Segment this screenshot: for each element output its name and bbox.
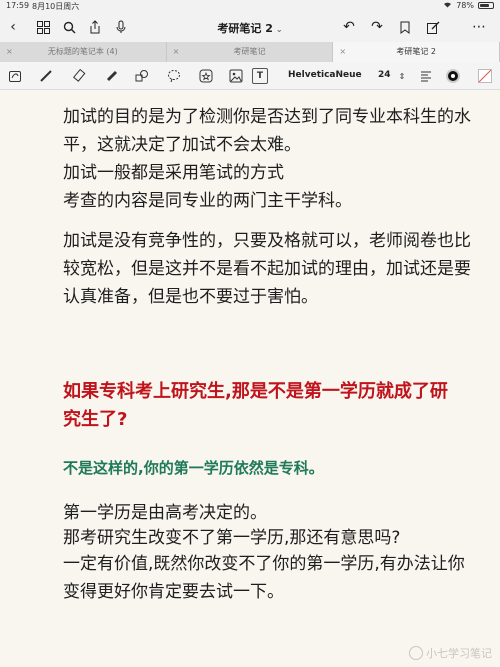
wifi-icon <box>443 1 452 10</box>
note-paragraph: 加试一般都是采用笔试的方式 <box>63 163 284 183</box>
lasso-icon[interactable] <box>166 68 182 84</box>
tools-toolbar: T HelveticaNeue 24 ⇕ <box>0 62 500 90</box>
highlighter-icon[interactable] <box>104 68 120 84</box>
eraser-icon[interactable] <box>72 68 88 84</box>
status-bar: 17:59 8月10日周六 78% <box>0 0 500 12</box>
note-paragraph: 第一学历是由高考决定的。 <box>63 503 267 523</box>
edit-icon[interactable] <box>424 18 442 36</box>
sticker-icon[interactable] <box>198 68 214 84</box>
tab-label: 考研笔记 2 <box>396 47 436 56</box>
battery-percent: 78% <box>456 1 474 10</box>
tab-label: 考研笔记 <box>233 47 266 56</box>
close-icon[interactable]: × <box>6 42 13 62</box>
text-tool-icon[interactable]: T <box>252 68 268 84</box>
tab-kaoyan-notes[interactable]: × 考研笔记 <box>167 42 334 62</box>
watermark: 小七学习笔记 <box>409 645 492 661</box>
font-size-selector[interactable]: 24 <box>378 70 391 80</box>
tab-untitled-notebook[interactable]: × 无标题的笔记本 (4) <box>0 42 167 62</box>
bookmark-icon[interactable] <box>396 18 414 36</box>
status-time: 17:59 <box>6 1 30 10</box>
tab-label: 无标题的笔记本 (4) <box>47 47 118 56</box>
note-paragraph: 加试是没有竞争性的，只要及格就可以，老师阅卷也比较宽松，但是这并不是看不起加试的… <box>63 231 471 307</box>
chevron-down-icon: ⌄ <box>275 25 283 34</box>
close-icon[interactable]: × <box>339 42 346 62</box>
battery-icon <box>478 2 494 9</box>
text-color-picker[interactable] <box>446 69 460 83</box>
status-right: 78% <box>443 1 494 10</box>
tab-bar: × 无标题的笔记本 (4) × 考研笔记 × 考研笔记 2 <box>0 42 500 62</box>
undo-icon[interactable]: ↶ <box>340 18 358 36</box>
note-paragraph: 加试的目的是为了检测你是否达到了同专业本科生的水平，这就决定了加试不会太难。 <box>63 107 471 155</box>
answer-heading: 不是这样的,你的第一学历依然是专科。 <box>63 459 324 477</box>
lasso-scan-icon[interactable] <box>8 68 24 84</box>
navigation-bar: ‹ 考研笔记 2 ⌄ ↶ ↷ ⋯ <box>0 12 500 42</box>
status-date: 8月10日周六 <box>32 2 80 11</box>
highlight-color-swatch[interactable] <box>478 69 492 83</box>
tab-kaoyan-notes-2[interactable]: × 考研笔记 2 <box>333 42 500 62</box>
note-page[interactable]: 加试的目的是为了检测你是否达到了同专业本科生的水平，这就决定了加试不会太难。 加… <box>0 91 500 667</box>
image-icon[interactable] <box>228 68 244 84</box>
redo-icon[interactable]: ↷ <box>368 18 386 36</box>
note-paragraph: 一定有价值,既然你改变不了你的第一学历,有办法让你变得更好你肯定要去试一下。 <box>63 554 465 602</box>
align-icon[interactable] <box>418 68 434 84</box>
more-icon[interactable]: ⋯ <box>470 18 488 36</box>
watermark-logo-icon <box>409 646 423 660</box>
shapes-icon[interactable] <box>134 68 150 84</box>
note-paragraph: 那考研究生改变不了第一学历,那还有意思吗? <box>63 528 401 548</box>
pen-icon[interactable] <box>38 68 54 84</box>
notebook-title: 考研笔记 2 <box>217 22 273 35</box>
note-paragraph: 考查的内容是同专业的两门主干学科。 <box>63 191 352 211</box>
watermark-text: 小七学习笔记 <box>426 647 492 660</box>
stepper-icon[interactable]: ⇕ <box>394 68 410 84</box>
font-name-selector[interactable]: HelveticaNeue <box>288 70 362 80</box>
question-heading: 如果专科考上研究生,那是不是第一学历就成了研究生了? <box>63 381 448 430</box>
close-icon[interactable]: × <box>173 42 180 62</box>
